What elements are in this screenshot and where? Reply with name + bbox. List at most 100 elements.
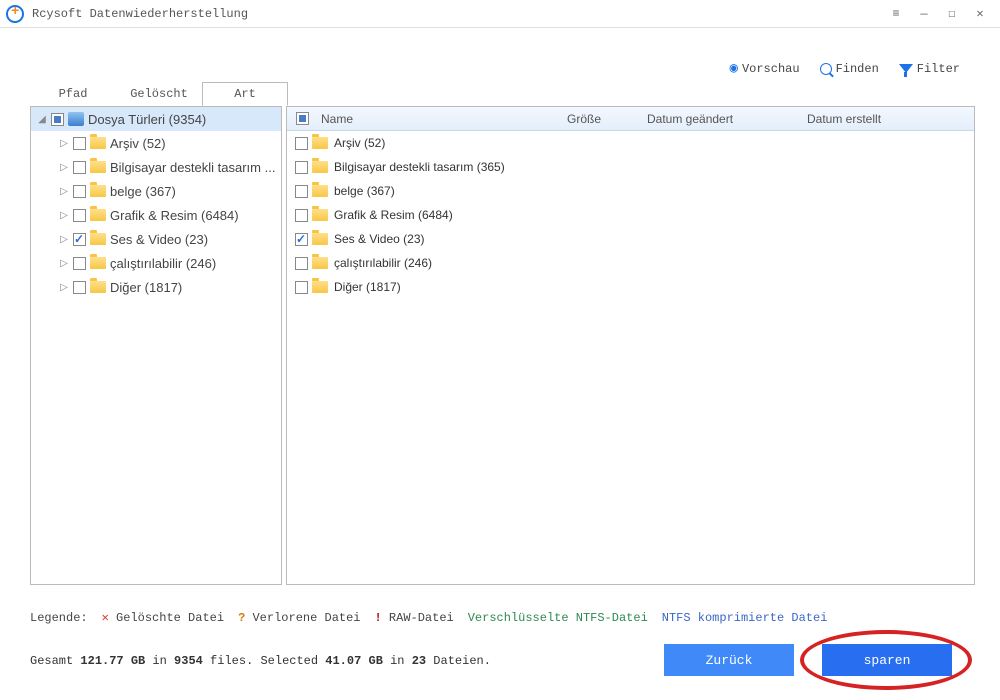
- app-logo-icon: [6, 5, 24, 23]
- legend: Legende: ✕ Gelöschte Datei ? Verlorene D…: [30, 610, 827, 625]
- find-button[interactable]: Finden: [820, 62, 879, 76]
- folder-icon: [312, 137, 328, 149]
- expand-icon[interactable]: ▷: [59, 186, 69, 197]
- exclaim-icon: !: [375, 611, 382, 625]
- checkbox[interactable]: [73, 137, 86, 150]
- preview-button[interactable]: ◉ Vorschau: [730, 60, 800, 77]
- folder-icon: [90, 209, 106, 221]
- folder-icon: [90, 161, 106, 173]
- expand-icon[interactable]: ▷: [59, 138, 69, 149]
- list-row[interactable]: Grafik & Resim (6484): [287, 203, 974, 227]
- filter-button[interactable]: Filter: [899, 62, 960, 76]
- list-item-label: Diğer (1817): [334, 280, 401, 294]
- menu-button[interactable]: ≡: [882, 2, 910, 26]
- question-icon: ?: [238, 611, 245, 625]
- checkbox[interactable]: [73, 209, 86, 222]
- tree-item-label: Bilgisayar destekli tasarım ...: [110, 160, 275, 175]
- folder-icon: [90, 257, 106, 269]
- folder-icon: [312, 233, 328, 245]
- checkbox[interactable]: [73, 161, 86, 174]
- tree-item[interactable]: ▷ Diğer (1817): [31, 275, 281, 299]
- tree-item-label: Diğer (1817): [110, 280, 182, 295]
- folder-icon: [312, 161, 328, 173]
- expand-icon[interactable]: ▷: [59, 258, 69, 269]
- tree-item[interactable]: ▷ Bilgisayar destekli tasarım ...: [31, 155, 281, 179]
- col-modified[interactable]: Datum geändert: [647, 112, 807, 126]
- expand-icon[interactable]: ▷: [59, 282, 69, 293]
- list-item-label: Ses & Video (23): [334, 232, 425, 246]
- col-created[interactable]: Datum erstellt: [807, 112, 974, 126]
- save-button[interactable]: sparen: [822, 644, 952, 676]
- tab-deleted[interactable]: Gelöscht: [116, 82, 202, 106]
- funnel-icon: [899, 64, 913, 73]
- checkbox[interactable]: [295, 257, 308, 270]
- tree-item-label: çalıştırılabilir (246): [110, 256, 216, 271]
- folder-icon: [90, 185, 106, 197]
- tab-type[interactable]: Art: [202, 82, 288, 106]
- tree-item-label: Grafik & Resim (6484): [110, 208, 239, 223]
- col-size[interactable]: Größe: [567, 112, 647, 126]
- legend-deleted: Gelöschte Datei: [116, 611, 224, 625]
- list-row[interactable]: belge (367): [287, 179, 974, 203]
- tree-item[interactable]: ▷ Arşiv (52): [31, 131, 281, 155]
- expand-icon[interactable]: ▷: [59, 210, 69, 221]
- checkbox[interactable]: [51, 113, 64, 126]
- checkbox[interactable]: [73, 257, 86, 270]
- legend-lost: Verlorene Datei: [252, 611, 360, 625]
- folder-icon: [90, 281, 106, 293]
- tree-item[interactable]: ▷ Grafik & Resim (6484): [31, 203, 281, 227]
- checkbox[interactable]: [295, 209, 308, 222]
- checkbox[interactable]: [73, 185, 86, 198]
- checkbox[interactable]: [295, 281, 308, 294]
- checkbox[interactable]: [295, 233, 308, 246]
- toolbar: ◉ Vorschau Finden Filter: [730, 60, 960, 77]
- list-item-label: Grafik & Resim (6484): [334, 208, 453, 222]
- list-item-label: belge (367): [334, 184, 395, 198]
- checkbox[interactable]: [295, 137, 308, 150]
- checkbox[interactable]: [295, 161, 308, 174]
- list-header: Name Größe Datum geändert Datum erstellt: [287, 107, 974, 131]
- tab-path[interactable]: Pfad: [30, 82, 116, 106]
- list-pane: Name Größe Datum geändert Datum erstellt…: [286, 106, 975, 585]
- x-icon: ✕: [102, 611, 109, 625]
- tree-item[interactable]: ▷ çalıştırılabilir (246): [31, 251, 281, 275]
- eye-icon: ◉: [730, 60, 738, 77]
- tree-item[interactable]: ▷Ses & Video (23): [31, 227, 281, 251]
- expand-icon[interactable]: ▷: [59, 162, 69, 173]
- list-row[interactable]: Arşiv (52): [287, 131, 974, 155]
- list-row[interactable]: Diğer (1817): [287, 275, 974, 299]
- action-buttons: Zurück sparen: [664, 644, 952, 676]
- expand-icon[interactable]: ▷: [59, 234, 69, 245]
- status-bar: Gesamt 121.77 GB in 9354 files. Selected…: [30, 654, 491, 668]
- folder-icon: [312, 257, 328, 269]
- list-row[interactable]: Ses & Video (23): [287, 227, 974, 251]
- system-icon: [68, 112, 84, 126]
- tree-item-label: Arşiv (52): [110, 136, 166, 151]
- checkbox[interactable]: [73, 233, 86, 246]
- tabs: Pfad Gelöscht Art: [30, 82, 288, 106]
- maximize-button[interactable]: ☐: [938, 2, 966, 26]
- close-button[interactable]: ✕: [966, 2, 994, 26]
- back-button[interactable]: Zurück: [664, 644, 794, 676]
- folder-icon: [312, 185, 328, 197]
- header-checkbox[interactable]: [296, 112, 309, 125]
- tree-root[interactable]: ◢ Dosya Türleri (9354): [31, 107, 281, 131]
- folder-icon: [312, 281, 328, 293]
- list-item-label: çalıştırılabilir (246): [334, 256, 432, 270]
- legend-compressed: NTFS komprimierte Datei: [662, 611, 828, 625]
- tree-item[interactable]: ▷ belge (367): [31, 179, 281, 203]
- legend-encrypted: Verschlüsselte NTFS-Datei: [468, 611, 648, 625]
- checkbox[interactable]: [295, 185, 308, 198]
- list-row[interactable]: Bilgisayar destekli tasarım (365): [287, 155, 974, 179]
- col-name[interactable]: Name: [317, 112, 567, 126]
- preview-label: Vorschau: [742, 62, 800, 76]
- tree-root-label: Dosya Türleri (9354): [88, 112, 206, 127]
- tree-item-label: belge (367): [110, 184, 176, 199]
- list-row[interactable]: çalıştırılabilir (246): [287, 251, 974, 275]
- collapse-icon[interactable]: ◢: [37, 114, 47, 125]
- titlebar: Rcysoft Datenwiederherstellung ≡ — ☐ ✕: [0, 0, 1000, 28]
- minimize-button[interactable]: —: [910, 2, 938, 26]
- checkbox[interactable]: [73, 281, 86, 294]
- list-item-label: Arşiv (52): [334, 136, 385, 150]
- folder-icon: [90, 137, 106, 149]
